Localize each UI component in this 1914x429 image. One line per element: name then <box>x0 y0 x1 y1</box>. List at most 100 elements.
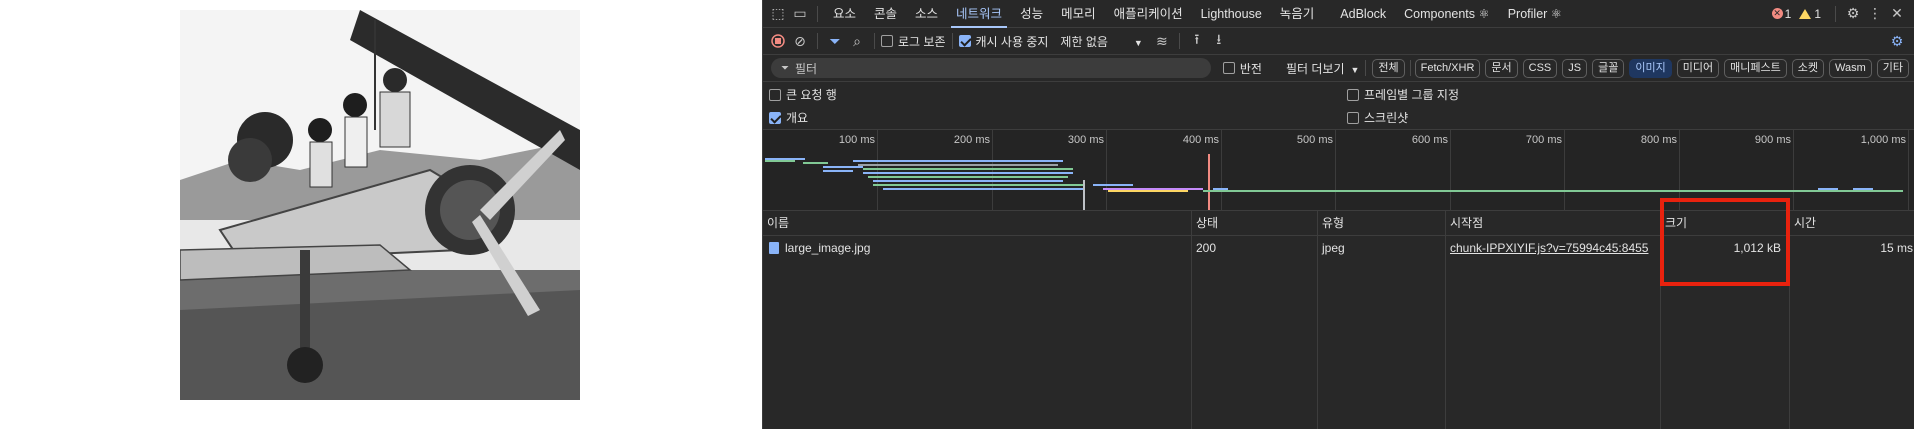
tab-network[interactable]: 네트워크 <box>947 0 1011 28</box>
request-name[interactable]: large_image.jpg <box>785 241 870 255</box>
close-icon[interactable]: ✕ <box>1886 3 1908 25</box>
tab-sources[interactable]: 소스 <box>906 0 947 28</box>
group-by-frame-checkbox[interactable] <box>1347 88 1359 101</box>
large-rows-checkbox[interactable] <box>769 88 781 101</box>
tab-profiler[interactable]: Profiler ⚛ <box>1499 0 1571 28</box>
tab-performance[interactable]: 성능 <box>1011 0 1052 28</box>
filter-chip-css[interactable]: CSS <box>1522 58 1558 78</box>
large-rows-label: 큰 요청 행 <box>786 88 837 102</box>
toolbar-divider <box>874 33 875 49</box>
toolbar-divider <box>817 33 818 49</box>
error-badge[interactable]: ✕ 1 <box>1771 6 1792 21</box>
tab-console[interactable]: 콘솔 <box>865 0 906 28</box>
invert-checkbox[interactable] <box>1223 62 1235 74</box>
warning-count: 1 <box>1814 6 1821 21</box>
tab-application[interactable]: 애플리케이션 <box>1105 0 1192 28</box>
tab-memory[interactable]: 메모리 <box>1052 0 1105 28</box>
throttle-value: 제한 없음 <box>1060 34 1108 49</box>
chevron-down-icon: ▼ <box>1133 37 1143 48</box>
airplane-photo <box>180 10 580 400</box>
filter-chip-ws[interactable]: 소켓 <box>1791 58 1824 78</box>
record-stop-icon[interactable] <box>767 30 789 52</box>
large-rows-option[interactable]: 큰 요청 행 <box>769 86 837 103</box>
filter-bar: ⏷ 필터 반전 필터 더보기 ▼ 전체 Fetch/XHR 문서 CSS JS 글… <box>763 55 1914 82</box>
devtools-main-toolbar: ⬚ ▭ 요소 콘솔 소스 네트워크 성능 메모리 애플리케이션 Lighthou… <box>763 0 1914 28</box>
filter-chip-wasm[interactable]: Wasm <box>1828 58 1872 78</box>
export-har-icon[interactable]: ⭳ <box>1208 30 1230 52</box>
filter-funnel-icon[interactable]: ⏷ <box>824 30 846 52</box>
warning-icon <box>1799 8 1812 19</box>
status-column: 200 <box>1191 236 1317 429</box>
request-status: 200 <box>1196 241 1217 255</box>
column-header-initiator[interactable]: 시작점 <box>1445 211 1660 235</box>
overview-label: 개요 <box>786 111 809 125</box>
column-header-time[interactable]: 시간 <box>1789 211 1914 235</box>
inspect-element-icon[interactable]: ⬚ <box>767 3 789 25</box>
filter-chip-other[interactable]: 기타 <box>1876 58 1909 78</box>
import-har-icon[interactable]: ⭱ <box>1186 30 1208 52</box>
filter-chip-doc[interactable]: 문서 <box>1485 58 1518 78</box>
filter-input[interactable]: ⏷ 필터 <box>771 58 1212 78</box>
toolbar-divider <box>817 5 818 22</box>
gear-icon[interactable]: ⚙ <box>1842 3 1864 25</box>
page-viewport <box>0 0 762 429</box>
airplane-photo-drawing <box>180 10 580 400</box>
filter-chip-js[interactable]: JS <box>1562 58 1588 78</box>
column-header-type[interactable]: 유형 <box>1317 211 1445 235</box>
tab-components[interactable]: Components ⚛ <box>1395 0 1499 28</box>
filter-funnel-icon: ⏷ <box>781 62 789 74</box>
network-settings-gear-icon[interactable]: ⚙ <box>1886 30 1908 52</box>
request-time: 15 ms <box>1880 241 1913 255</box>
column-header-status[interactable]: 상태 <box>1191 211 1317 235</box>
toolbar-divider <box>1178 33 1180 49</box>
table-row[interactable]: large_image.jpg <box>769 241 870 255</box>
overview-checkbox[interactable] <box>769 111 781 124</box>
overview-option[interactable]: 개요 <box>769 109 808 126</box>
device-toolbar-icon[interactable]: ▭ <box>789 3 811 25</box>
tab-lighthouse[interactable]: Lighthouse <box>1192 0 1271 28</box>
more-options-icon[interactable]: ⋮ <box>1864 3 1886 25</box>
tab-elements[interactable]: 요소 <box>824 0 865 28</box>
group-by-frame-label: 프레임별 그룹 지정 <box>1364 88 1459 102</box>
preserve-log-label: 로그 보존 <box>898 34 946 49</box>
disable-cache-checkbox[interactable] <box>958 35 971 47</box>
network-toolbar: ⊘ ⏷ ⌕ 로그 보존 캐시 사용 중지 제한 없음 ▼ ≋ ⭱ ⭳ ⚙ <box>763 28 1914 55</box>
error-icon: ✕ <box>1771 8 1783 19</box>
network-conditions-icon[interactable]: ≋ <box>1151 30 1173 52</box>
search-icon[interactable]: ⌕ <box>846 30 868 52</box>
warning-badge[interactable]: 1 <box>1799 7 1821 21</box>
time-column: 15 ms <box>1789 236 1914 429</box>
throttle-select[interactable]: 제한 없음 ▼ <box>1060 33 1142 50</box>
filter-chip-manifest[interactable]: 매니페스트 <box>1724 58 1787 78</box>
screenshots-label: 스크린샷 <box>1364 111 1409 125</box>
tab-recorder[interactable]: 녹음기 <box>1271 0 1324 28</box>
screenshots-checkbox[interactable] <box>1347 111 1359 124</box>
toolbar-divider <box>1409 60 1411 76</box>
type-column: jpeg <box>1317 236 1445 429</box>
network-options: 큰 요청 행 개요 프레임별 그룹 지정 스크린샷 <box>763 82 1914 130</box>
size-highlight-box <box>1660 198 1790 286</box>
filter-chip-fetch-xhr[interactable]: Fetch/XHR <box>1414 58 1481 78</box>
chevron-down-icon: ▼ <box>1350 64 1360 75</box>
preserve-log-checkbox[interactable] <box>881 35 893 47</box>
more-filters-dropdown[interactable]: 필터 더보기 ▼ <box>1286 60 1359 77</box>
filter-placeholder: 필터 <box>795 61 818 76</box>
name-column: large_image.jpg <box>763 236 1191 429</box>
tab-adblock[interactable]: AdBlock <box>1331 0 1395 28</box>
screenshots-option[interactable]: 스크린샷 <box>1347 109 1408 126</box>
filter-chip-all[interactable]: 전체 <box>1372 58 1405 78</box>
column-header-name[interactable]: 이름 <box>763 211 1191 235</box>
filter-chip-font[interactable]: 글꼴 <box>1592 58 1625 78</box>
clear-icon[interactable]: ⊘ <box>789 30 811 52</box>
error-count: 1 <box>1784 6 1792 21</box>
filter-chip-media[interactable]: 미디어 <box>1676 58 1720 78</box>
toolbar-divider <box>1835 5 1836 22</box>
group-by-frame-option[interactable]: 프레임별 그룹 지정 <box>1347 86 1459 103</box>
screen: ⬚ ▭ 요소 콘솔 소스 네트워크 성능 메모리 애플리케이션 Lighthou… <box>0 0 1914 429</box>
request-initiator-link[interactable]: chunk-IPPXIYIF.js?v=75994c45:8455 <box>1450 241 1648 255</box>
disable-cache-label: 캐시 사용 중지 <box>975 34 1049 49</box>
filter-chip-img[interactable]: 이미지 <box>1629 58 1672 78</box>
request-type: jpeg <box>1322 241 1345 255</box>
invert-label: 반전 <box>1239 61 1262 76</box>
toolbar-divider <box>1365 60 1367 76</box>
